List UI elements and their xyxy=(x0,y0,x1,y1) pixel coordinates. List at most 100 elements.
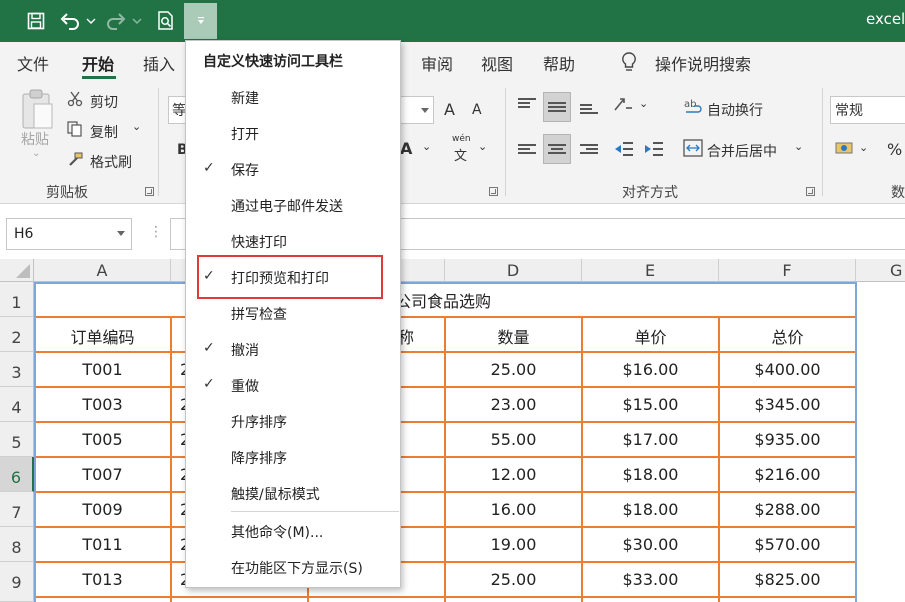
cell-total[interactable]: $345.00 xyxy=(719,395,856,414)
tab-view[interactable]: 视图 xyxy=(481,51,513,75)
header-unit-price[interactable]: 单价 xyxy=(582,324,719,348)
grow-font-button[interactable]: A xyxy=(444,100,455,119)
tell-me-search[interactable]: 操作说明搜索 xyxy=(655,51,751,75)
cell-order-id[interactable]: T001 xyxy=(34,360,171,379)
cell-unit-price[interactable]: $30.00 xyxy=(582,535,719,554)
column-header-d[interactable]: D xyxy=(445,259,582,282)
menu-item-new[interactable]: 新建 xyxy=(186,79,400,115)
cell-total[interactable]: $935.00 xyxy=(719,430,856,449)
column-header-g[interactable]: G xyxy=(856,259,905,282)
row-header-5[interactable]: 5 xyxy=(0,422,34,457)
cell-unit-price[interactable]: $17.00 xyxy=(582,430,719,449)
align-bottom-icon[interactable] xyxy=(580,104,598,118)
percent-button[interactable]: % xyxy=(887,140,902,159)
font-color-dropdown-icon[interactable]: ⌄ xyxy=(422,140,431,153)
align-left-icon[interactable] xyxy=(518,144,536,158)
currency-dropdown-icon[interactable]: ⌄ xyxy=(859,141,868,154)
phonetic-dropdown-icon[interactable]: ⌄ xyxy=(478,140,487,153)
cell-total[interactable]: $570.00 xyxy=(719,535,856,554)
increase-indent-icon[interactable] xyxy=(643,140,665,162)
cell-unit-price[interactable]: $18.00 xyxy=(582,500,719,519)
menu-item-sort-descending[interactable]: 降序排序 xyxy=(186,439,400,475)
header-order-id[interactable]: 订单编码 xyxy=(34,324,171,348)
cell-quantity[interactable]: 55.00 xyxy=(445,430,582,449)
wrap-text-button[interactable]: 自动换行 xyxy=(707,100,763,120)
menu-item-touch-mode[interactable]: 触摸/鼠标模式 xyxy=(186,475,400,511)
row-header-9[interactable]: 9 xyxy=(0,562,34,602)
decrease-indent-icon[interactable] xyxy=(613,140,635,162)
paste-dropdown-icon[interactable]: ⌄ xyxy=(32,148,40,159)
align-right-icon[interactable] xyxy=(580,144,598,158)
row-header-3[interactable]: 3 xyxy=(0,352,34,387)
font-launcher-icon[interactable] xyxy=(489,187,498,196)
tab-help[interactable]: 帮助 xyxy=(543,51,575,75)
orientation-dropdown-icon[interactable]: ⌄ xyxy=(639,97,648,110)
merge-center-button[interactable]: 合并后居中 xyxy=(707,141,777,161)
align-top-icon[interactable] xyxy=(518,98,536,112)
cell-order-id[interactable]: T007 xyxy=(34,465,171,484)
menu-item-redo[interactable]: ✓ 重做 xyxy=(186,367,400,403)
cell-quantity[interactable]: 12.00 xyxy=(445,465,582,484)
redo-dropdown-icon[interactable] xyxy=(130,7,144,35)
menu-item-show-below-ribbon[interactable]: 在功能区下方显示(S) xyxy=(186,549,400,585)
redo-icon[interactable] xyxy=(104,7,128,35)
cell-quantity[interactable]: 25.00 xyxy=(445,360,582,379)
shrink-font-button[interactable]: A xyxy=(472,102,482,118)
menu-item-undo[interactable]: ✓ 撤消 xyxy=(186,331,400,367)
row-header-6[interactable]: 6 xyxy=(0,457,34,492)
tab-home[interactable]: 开始 xyxy=(82,51,114,75)
name-box[interactable]: H6 xyxy=(6,218,132,250)
cell-order-id[interactable]: T011 xyxy=(34,535,171,554)
tab-file[interactable]: 文件 xyxy=(17,51,49,75)
row-header-1[interactable]: 1 xyxy=(0,282,34,317)
column-header-a[interactable]: A xyxy=(34,259,171,282)
currency-icon[interactable] xyxy=(835,140,857,162)
print-preview-icon[interactable] xyxy=(154,7,178,35)
font-size-dropdown-icon[interactable] xyxy=(421,108,429,113)
cell-total[interactable]: $216.00 xyxy=(719,465,856,484)
cell-order-id[interactable]: T003 xyxy=(34,395,171,414)
cell-total[interactable]: $400.00 xyxy=(719,360,856,379)
paste-icon[interactable] xyxy=(18,88,56,134)
row-header-4[interactable]: 4 xyxy=(0,387,34,422)
cell-total[interactable]: $288.00 xyxy=(719,500,856,519)
cell-total[interactable]: $825.00 xyxy=(719,570,856,589)
undo-icon[interactable] xyxy=(58,7,82,35)
menu-item-sort-ascending[interactable]: 升序排序 xyxy=(186,403,400,439)
name-box-dropdown-icon[interactable] xyxy=(117,231,125,236)
header-quantity[interactable]: 数量 xyxy=(445,324,582,348)
tab-review[interactable]: 审阅 xyxy=(421,51,453,75)
customize-quick-access-button[interactable] xyxy=(184,3,217,39)
menu-item-more-commands[interactable]: 其他命令(M)... xyxy=(186,513,400,549)
copy-dropdown-icon[interactable]: ⌄ xyxy=(132,120,141,133)
cell-quantity[interactable]: 16.00 xyxy=(445,500,582,519)
select-all-button[interactable] xyxy=(0,259,34,282)
menu-item-spelling[interactable]: 拼写检查 xyxy=(186,295,400,331)
cell-quantity[interactable]: 25.00 xyxy=(445,570,582,589)
menu-item-email[interactable]: 通过电子邮件发送 xyxy=(186,187,400,223)
save-icon[interactable] xyxy=(24,7,48,35)
copy-button[interactable]: 复制 xyxy=(90,122,118,142)
paste-label[interactable]: 粘贴 xyxy=(21,129,49,149)
menu-item-quick-print[interactable]: 快速打印 xyxy=(186,223,400,259)
cell-order-id[interactable]: T005 xyxy=(34,430,171,449)
cell-quantity[interactable]: 23.00 xyxy=(445,395,582,414)
cell-order-id[interactable]: T009 xyxy=(34,500,171,519)
cell-unit-price[interactable]: $33.00 xyxy=(582,570,719,589)
cell-unit-price[interactable]: $16.00 xyxy=(582,360,719,379)
phonetic-guide-button[interactable]: 文 xyxy=(454,145,467,164)
merge-center-dropdown-icon[interactable]: ⌄ xyxy=(794,140,803,153)
row-header-2[interactable]: 2 xyxy=(0,317,34,352)
font-color-button[interactable]: A xyxy=(400,139,412,158)
cell-unit-price[interactable]: $18.00 xyxy=(582,465,719,484)
row-header-8[interactable]: 8 xyxy=(0,527,34,562)
cell-unit-price[interactable]: $15.00 xyxy=(582,395,719,414)
undo-dropdown-icon[interactable] xyxy=(84,7,98,35)
column-header-f[interactable]: F xyxy=(719,259,856,282)
tab-insert[interactable]: 插入 xyxy=(143,51,175,75)
column-header-e[interactable]: E xyxy=(582,259,719,282)
alignment-launcher-icon[interactable] xyxy=(806,187,815,196)
format-painter-button[interactable]: 格式刷 xyxy=(90,152,132,172)
menu-item-open[interactable]: 打开 xyxy=(186,115,400,151)
row-header-7[interactable]: 7 xyxy=(0,492,34,527)
